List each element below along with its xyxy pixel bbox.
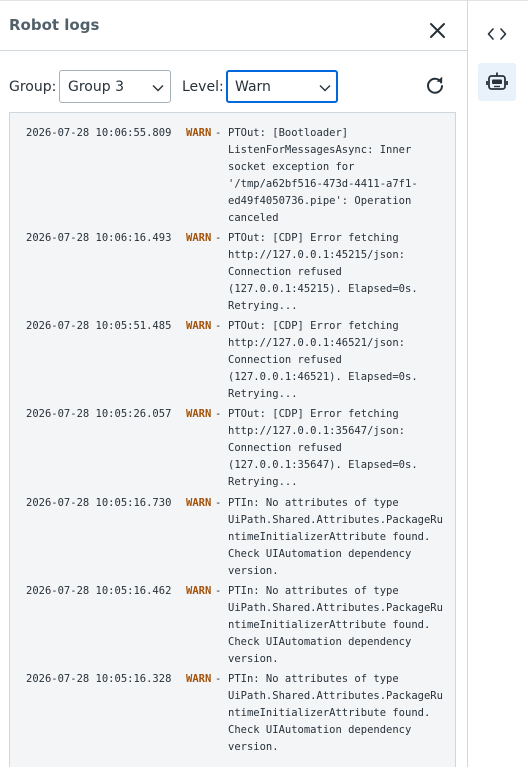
panel-title: Robot logs [9, 16, 100, 34]
log-timestamp: 2026-07-28 10:06:16.493 [26, 232, 172, 244]
close-button[interactable] [426, 19, 450, 43]
log-entry: 2026-07-28 10:05:16.328 WARN - PTIn: No … [26, 671, 443, 767]
log-timestamp: 2026-07-28 10:05:16.328 [26, 673, 172, 685]
log-level: WARN [186, 497, 212, 509]
group-label: Group: [9, 79, 57, 95]
panel-header: Robot logs [0, 1, 467, 51]
log-level: WARN [186, 408, 212, 420]
robot-icon [486, 72, 508, 90]
log-message: PTOut: [CDP] Error fetching http://127.0… [228, 320, 418, 400]
log-level: WARN [186, 320, 212, 332]
group-select[interactable]: Group 3 [59, 70, 171, 103]
robot-logs-panel: Robot logs Group: Group 3 Level: Warn 20… [0, 0, 467, 767]
code-icon [487, 28, 507, 40]
log-timestamp: 2026-07-28 10:05:51.485 [26, 320, 172, 332]
log-timestamp: 2026-07-28 10:05:26.057 [26, 408, 172, 420]
log-level: WARN [186, 673, 212, 685]
log-message: PTIn: No attributes of type UiPath.Share… [228, 673, 443, 753]
chevron-down-icon [319, 85, 331, 92]
log-filters: Group: Group 3 Level: Warn [0, 70, 467, 104]
level-label: Level: [182, 79, 224, 95]
group-select-value: Group 3 [68, 79, 124, 95]
log-message: PTIn: No attributes of type UiPath.Share… [228, 497, 443, 577]
log-level: WARN [186, 585, 212, 597]
refresh-icon [427, 76, 443, 94]
log-timestamp: 2026-07-28 10:06:55.809 [26, 127, 172, 139]
log-level: WARN [186, 127, 212, 139]
log-message: PTOut: [CDP] Error fetching http://127.0… [228, 408, 418, 488]
log-entry: 2026-07-28 10:05:51.485 WARN - PTOut: [C… [26, 318, 418, 420]
log-entry: 2026-07-28 10:06:55.809 WARN - PTOut: [B… [26, 125, 418, 227]
level-select-value: Warn [235, 79, 271, 95]
log-message: PTOut: [Bootloader] ListenForMessagesAsy… [228, 127, 418, 224]
log-entry: 2026-07-28 10:05:16.462 WARN - PTIn: No … [26, 583, 443, 685]
right-sidebar [467, 0, 528, 767]
log-message: PTIn: No attributes of type UiPath.Share… [228, 585, 443, 665]
log-timestamp: 2026-07-28 10:05:16.462 [26, 585, 172, 597]
code-view-button[interactable] [478, 15, 516, 53]
chevron-down-icon [152, 85, 164, 92]
close-icon [430, 23, 445, 38]
log-message: PTOut: [CDP] Error fetching http://127.0… [228, 232, 418, 312]
robot-logs-button[interactable] [478, 63, 516, 101]
log-timestamp: 2026-07-28 10:05:16.730 [26, 497, 172, 509]
log-list[interactable]: 2026-07-28 10:06:55.809 WARN - PTOut: [B… [9, 112, 456, 767]
log-entry: 2026-07-28 10:06:16.493 WARN - PTOut: [C… [26, 230, 418, 332]
refresh-button[interactable] [424, 75, 446, 97]
log-entry: 2026-07-28 10:05:16.730 WARN - PTIn: No … [26, 495, 443, 597]
log-entry: 2026-07-28 10:05:26.057 WARN - PTOut: [C… [26, 406, 418, 508]
log-level: WARN [186, 232, 212, 244]
level-select[interactable]: Warn [226, 70, 338, 103]
